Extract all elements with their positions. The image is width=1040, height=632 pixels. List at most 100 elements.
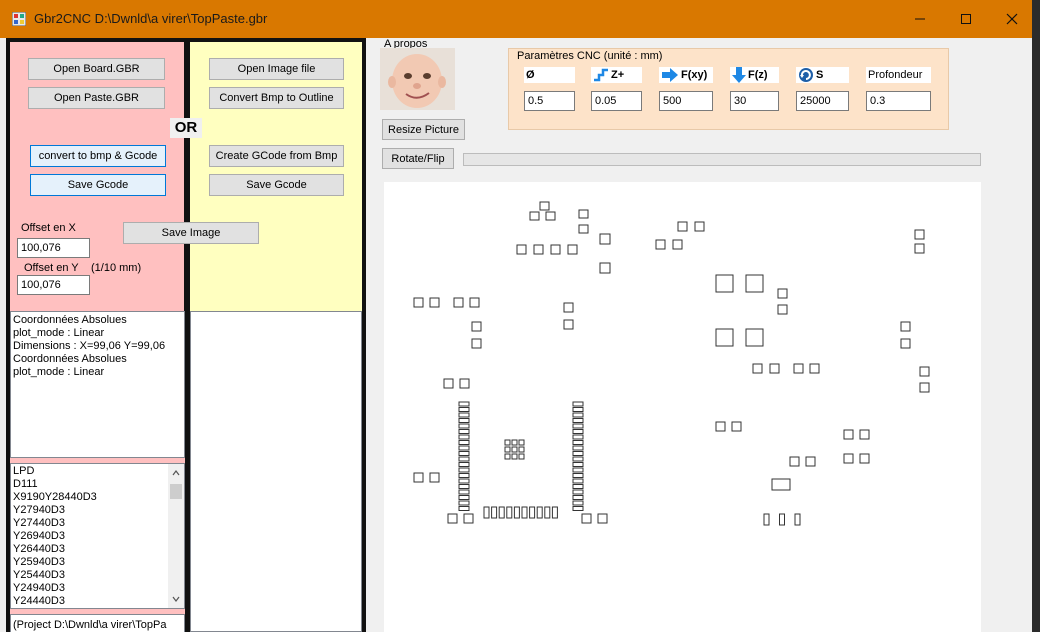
pcb-pad	[521, 506, 528, 519]
pcb-pad	[789, 456, 800, 467]
resize-picture-button[interactable]: Resize Picture	[382, 119, 465, 140]
cnc-param-header: Profondeur	[866, 67, 931, 83]
open-image-button[interactable]: Open Image file	[209, 58, 344, 80]
cnc-param-label: F(xy)	[681, 69, 708, 81]
pcb-pad	[458, 495, 470, 500]
pcb-pad	[572, 456, 584, 462]
pcb-pad	[578, 224, 589, 234]
pcb-pad	[413, 472, 424, 483]
maximize-button[interactable]	[943, 0, 989, 38]
save-image-button[interactable]: Save Image	[123, 222, 259, 244]
pcb-pad	[914, 229, 925, 240]
create-gcode-button[interactable]: Create GCode from Bmp	[209, 145, 344, 167]
pcb-pads	[413, 201, 930, 526]
pcb-pad	[572, 407, 584, 412]
pcb-pad	[805, 456, 816, 467]
cnc-param-input[interactable]: 500	[659, 91, 713, 111]
cnc-params-group: Paramètres CNC (unité : mm)	[508, 48, 949, 130]
pcb-pad	[572, 429, 584, 434]
close-icon	[1006, 13, 1018, 25]
window-title: Gbr2CNC D:\Dwnld\a virer\TopPaste.gbr	[34, 11, 268, 26]
pcb-pad	[518, 439, 525, 446]
app-icon	[12, 12, 26, 26]
save-gcode-right-button[interactable]: Save Gcode	[209, 174, 344, 196]
pcb-pad	[458, 473, 470, 478]
cnc-param-header: S	[796, 67, 849, 83]
pcb-pad	[413, 297, 424, 308]
rotate-flip-button[interactable]: Rotate/Flip	[382, 148, 454, 169]
pcb-pad	[572, 495, 584, 500]
cnc-param-input[interactable]: 0.05	[591, 91, 642, 111]
image-info-textbox[interactable]	[190, 311, 362, 632]
about-picture[interactable]	[380, 48, 455, 110]
cnc-param-label: S	[816, 69, 824, 81]
convert-bmp-outline-button[interactable]: Convert Bmp to Outline	[209, 87, 344, 109]
pcb-pad	[518, 453, 525, 460]
pcb-pad	[715, 274, 734, 293]
pcb-pad	[715, 421, 726, 432]
pcb-pad	[572, 473, 584, 478]
pcb-pad	[545, 211, 556, 221]
pcb-pad	[458, 500, 470, 506]
convert-bmp-gcode-button[interactable]: convert to bmp & Gcode	[30, 145, 166, 167]
pcb-pad	[459, 378, 470, 389]
pcb-pad	[572, 484, 584, 489]
pcb-pad	[745, 274, 764, 293]
arrow-right-icon	[661, 68, 679, 82]
pcb-pad	[447, 513, 458, 524]
pcb-pad	[491, 506, 498, 519]
cnc-param-input[interactable]: 25000	[796, 91, 849, 111]
offset-x-input[interactable]: 100,076	[17, 238, 90, 258]
pcb-pad	[563, 319, 574, 330]
pcb-pad	[677, 221, 688, 232]
rotate-icon	[798, 67, 814, 83]
gcode-listbox[interactable]: LPD D111 X9190Y28440D3 Y27940D3 Y27440D3 Y269…	[10, 463, 185, 609]
cnc-param-input[interactable]: 0.5	[524, 91, 575, 111]
cnc-param-header: Z+	[591, 67, 642, 83]
pcb-pad	[572, 500, 584, 506]
status-line: (Project D:\Dwnld\a virer\TopPa	[13, 619, 167, 631]
pcb-pad	[544, 506, 551, 519]
pcb-pad	[469, 297, 480, 308]
cnc-param-input[interactable]: 0.3	[866, 91, 931, 111]
open-board-button[interactable]: Open Board.GBR	[28, 58, 165, 80]
title-bar: Gbr2CNC D:\Dwnld\a virer\TopPaste.gbr	[0, 0, 1032, 38]
close-button[interactable]	[989, 0, 1032, 38]
list-item: Y25940D3	[13, 556, 65, 568]
open-paste-button[interactable]: Open Paste.GBR	[28, 87, 165, 109]
pcb-pad	[458, 412, 470, 418]
pcb-pad	[572, 462, 584, 467]
pcb-pad	[777, 288, 788, 299]
pcb-pad	[458, 445, 470, 451]
pcb-pad	[572, 412, 584, 418]
pcb-pad	[572, 423, 584, 429]
pcb-pad	[458, 489, 470, 495]
pcb-pad	[900, 321, 911, 332]
cnc-param-input[interactable]: 30	[730, 91, 779, 111]
pcb-pad	[581, 513, 592, 524]
pcb-pad	[458, 484, 470, 489]
status-textbox[interactable]: (Project D:\Dwnld\a virer\TopPa	[10, 614, 185, 632]
pcb-preview[interactable]	[384, 182, 981, 632]
pcb-pad	[513, 506, 520, 519]
pcb-pad	[458, 407, 470, 412]
save-gcode-left-button[interactable]: Save Gcode	[30, 174, 166, 196]
pcb-pad	[731, 421, 742, 432]
pcb-pad	[529, 506, 536, 519]
pcb-pad	[843, 453, 854, 464]
minimize-button[interactable]	[897, 0, 943, 38]
pcb-pad	[458, 506, 470, 511]
pcb-pad	[752, 363, 763, 374]
pcb-pad	[809, 363, 820, 374]
pcb-pad	[458, 440, 470, 445]
list-item: X9190Y28440D3	[13, 491, 97, 503]
gcode-scrollbar[interactable]	[168, 464, 184, 608]
or-label: OR	[170, 118, 202, 138]
pcb-pad	[919, 382, 930, 393]
offset-y-input[interactable]: 100,076	[17, 275, 90, 295]
list-item: D111	[13, 478, 38, 490]
pcb-pad	[533, 244, 544, 255]
pcb-pad	[572, 467, 584, 473]
log-textbox[interactable]: Coordonnées Absolues plot_mode : Linear Di…	[10, 311, 185, 458]
pcb-pad	[458, 456, 470, 462]
